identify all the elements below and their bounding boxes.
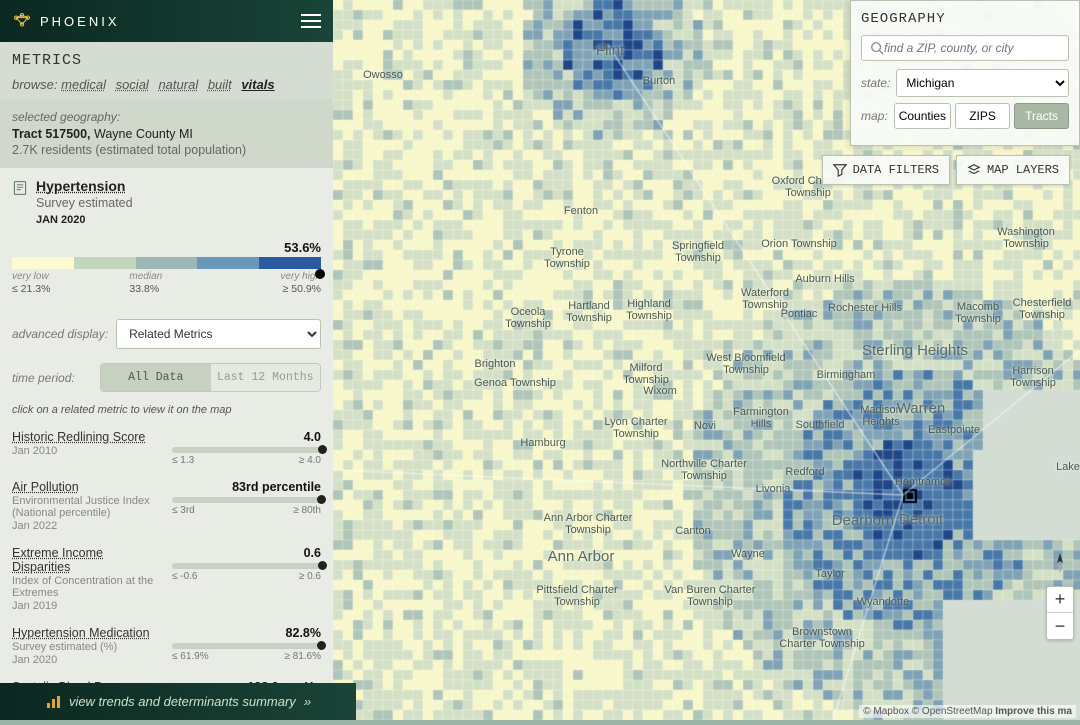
- zoom-control: + −: [1046, 586, 1074, 640]
- related-metric: Air PollutionEnvironmental Justice Index…: [0, 474, 333, 540]
- related-metric: Extreme Income DisparitiesIndex of Conce…: [0, 540, 333, 620]
- level-counties[interactable]: Counties: [894, 103, 951, 129]
- related-name[interactable]: Historic Redlining Score: [12, 430, 162, 444]
- metric-name[interactable]: Hypertension: [36, 178, 133, 194]
- level-tracts[interactable]: Tracts: [1014, 103, 1069, 129]
- related-hint: click on a related metric to view it on …: [0, 402, 333, 424]
- metric-scale: 53.6% very lowmedianvery high ≤ 21.3%33.…: [12, 240, 321, 295]
- metric-date: JAN 2020: [36, 214, 133, 226]
- advanced-display-row: advanced display: Related Metrics: [0, 311, 333, 357]
- scale-value-labels: ≤ 21.3%33.8%≥ 50.9%: [12, 283, 321, 295]
- geo-panel-title: GEOGRAPHY: [861, 11, 1069, 27]
- scale-qual-labels: very lowmedianvery high: [12, 271, 321, 282]
- map-view[interactable]: FlintOwossoBurtonOxford CharterTownshipF…: [333, 0, 1080, 720]
- phoenix-icon: [12, 11, 32, 31]
- geography-panel: GEOGRAPHY state: Michigan map: CountiesZ…: [850, 0, 1080, 146]
- scale-marker-icon: [315, 269, 325, 279]
- state-select[interactable]: Michigan: [896, 69, 1069, 97]
- browse-vitals[interactable]: vitals: [241, 77, 274, 92]
- geo-name: Tract 517500, Wayne County MI: [12, 127, 321, 141]
- layers-icon: [967, 163, 981, 177]
- search-icon: [870, 41, 884, 55]
- related-name[interactable]: Hypertension Medication: [12, 626, 162, 640]
- metric-subtitle: Survey estimated: [36, 196, 133, 210]
- brand-logo[interactable]: PHOENIX: [12, 11, 120, 31]
- browse-row: browse: medical social natural built vit…: [12, 77, 321, 92]
- zoom-in-button[interactable]: +: [1047, 587, 1073, 613]
- funnel-icon: [833, 163, 847, 177]
- state-label: state:: [861, 76, 890, 90]
- geo-search[interactable]: [861, 35, 1069, 61]
- selected-geography: selected geography: Tract 517500, Wayne …: [0, 100, 333, 167]
- time-period-row: time period: All Data Last 12 Months: [0, 357, 333, 402]
- map-attribution: © Mapbox © OpenStreetMap Improve this ma: [859, 705, 1076, 718]
- geo-label: selected geography:: [12, 110, 321, 124]
- related-value: 82.8%: [172, 626, 321, 640]
- document-icon: [12, 180, 28, 196]
- adv-label: advanced display:: [12, 327, 108, 341]
- metrics-header: METRICS browse: medical social natural b…: [0, 42, 333, 100]
- level-zips[interactable]: ZIPS: [955, 103, 1010, 129]
- browse-social[interactable]: social: [116, 77, 149, 92]
- time-label: time period:: [12, 371, 92, 385]
- data-filters-button[interactable]: DATA FILTERS: [822, 155, 950, 185]
- geo-population: 2.7K residents (estimated total populati…: [12, 143, 321, 157]
- bar-chart-icon: [45, 694, 61, 710]
- related-value: 83rd percentile: [172, 480, 321, 494]
- brand-name: PHOENIX: [40, 14, 120, 29]
- adv-select[interactable]: Related Metrics: [116, 319, 321, 349]
- chevron-right-icon: »: [304, 694, 311, 709]
- primary-metric: Hypertension Survey estimated JAN 2020 5…: [0, 167, 333, 311]
- related-metric: Historic Redlining ScoreJan 20104.0≤ 1.3…: [0, 424, 333, 474]
- related-name[interactable]: Extreme Income Disparities: [12, 546, 162, 574]
- metrics-title: METRICS: [12, 52, 321, 69]
- time-12-button[interactable]: Last 12 Months: [211, 364, 321, 391]
- map-level-label: map:: [861, 109, 888, 123]
- improve-map-link[interactable]: Improve this ma: [995, 706, 1072, 717]
- geo-search-input[interactable]: [884, 41, 1060, 55]
- header-bar: PHOENIX: [0, 0, 333, 42]
- browse-natural[interactable]: natural: [158, 77, 198, 92]
- sidebar: METRICS browse: medical social natural b…: [0, 42, 333, 683]
- browse-label: browse:: [12, 77, 58, 92]
- related-value: 4.0: [172, 430, 321, 444]
- browse-medical[interactable]: medical: [61, 77, 106, 92]
- zoom-out-button[interactable]: −: [1047, 613, 1073, 639]
- browse-built[interactable]: built: [208, 77, 232, 92]
- trends-summary-button[interactable]: view trends and determinants summary »: [0, 683, 356, 720]
- map-layers-button[interactable]: MAP LAYERS: [956, 155, 1070, 185]
- time-all-button[interactable]: All Data: [101, 364, 211, 391]
- related-metric: Hypertension MedicationSurvey estimated …: [0, 620, 333, 674]
- related-name[interactable]: Air Pollution: [12, 480, 162, 494]
- compass-button[interactable]: [1048, 551, 1072, 575]
- menu-button[interactable]: [301, 10, 321, 32]
- related-value: 0.6: [172, 546, 321, 560]
- metric-value: 53.6%: [12, 240, 321, 255]
- related-metric: Systolic Blood PressureEmergency departm…: [0, 674, 333, 683]
